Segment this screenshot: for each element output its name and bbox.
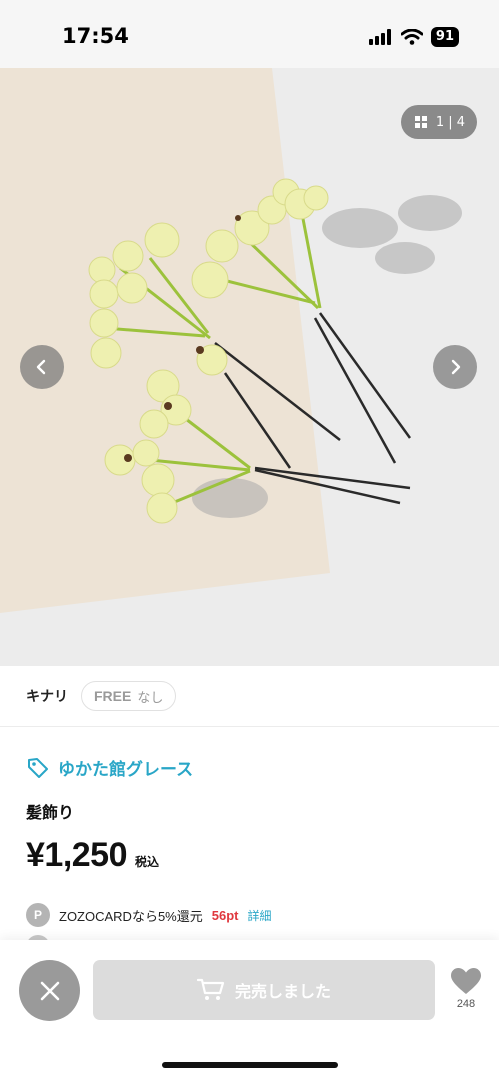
- wifi-icon: [400, 29, 423, 45]
- product-image-gallery[interactable]: 1 | 4: [0, 68, 499, 666]
- points-detail-link[interactable]: 詳細: [247, 907, 271, 924]
- battery-indicator: 91: [430, 27, 459, 47]
- signal-icon: [368, 29, 391, 45]
- status-time: 17:54: [62, 24, 129, 48]
- close-icon: [40, 981, 59, 1000]
- status-bar: 17:54 91: [0, 0, 499, 68]
- variant-row: キナリ FREE なし: [0, 666, 499, 727]
- price: ¥1,250: [26, 836, 128, 874]
- product-photo: [0, 68, 499, 666]
- cart-icon: [196, 978, 225, 1000]
- soldout-button[interactable]: 完売しました: [93, 960, 435, 1020]
- stock-status: なし: [137, 689, 164, 705]
- points-value: 56pt: [211, 907, 239, 923]
- status-icons: 91: [368, 27, 459, 47]
- soldout-label: 完売しました: [234, 984, 331, 1001]
- size-chip[interactable]: FREE なし: [81, 681, 177, 711]
- points-badge-icon: P: [26, 903, 50, 927]
- chevron-right-icon: [451, 359, 461, 375]
- tax-label: 税込: [135, 855, 160, 869]
- shop-link[interactable]: ゆかた館グレース: [26, 755, 193, 780]
- close-button[interactable]: [19, 960, 80, 1021]
- bottom-action-bar: 完売しました 248: [0, 940, 499, 1080]
- shop-name[interactable]: ゆかた館グレース: [58, 755, 193, 780]
- chevron-left-icon: [36, 359, 46, 375]
- next-image-button[interactable]: [433, 345, 477, 389]
- image-counter[interactable]: 1 | 4: [400, 105, 477, 139]
- favorite-count: 248: [456, 998, 476, 1010]
- size-name: FREE: [94, 688, 132, 704]
- color-label: キナリ: [26, 688, 68, 704]
- image-counter-label: 1 | 4: [435, 114, 465, 130]
- home-indicator: [162, 1062, 338, 1068]
- gallery-grid-icon: [414, 115, 427, 128]
- product-name: 髪飾り: [26, 805, 75, 822]
- price-row: ¥1,250 税込: [26, 836, 159, 875]
- points-row: P ZOZOCARDなら5%還元 56pt 詳細: [26, 903, 271, 927]
- previous-image-button[interactable]: [20, 345, 64, 389]
- tag-icon: [28, 757, 48, 778]
- favorite-button[interactable]: 248: [446, 968, 486, 1010]
- points-text: ZOZOCARDなら5%還元: [59, 908, 203, 924]
- heart-icon: [451, 968, 481, 994]
